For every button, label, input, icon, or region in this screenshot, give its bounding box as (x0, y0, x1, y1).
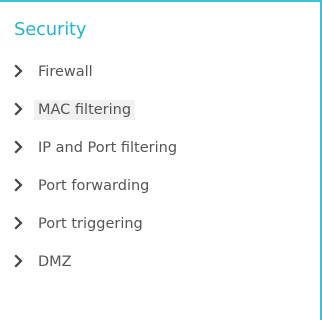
menu-item-label: Port triggering (38, 216, 143, 232)
menu-item-label: Port forwarding (38, 178, 150, 194)
chevron-right-icon (13, 216, 25, 230)
chevron-right-icon (13, 102, 25, 116)
chevron-right-icon (13, 64, 25, 78)
menu-item-mac-filtering[interactable]: MAC filtering (0, 94, 318, 132)
menu-item-label: Firewall (38, 64, 93, 80)
section-title: Security (14, 19, 87, 40)
menu-item-dmz[interactable]: DMZ (0, 246, 318, 284)
menu-item-port-triggering[interactable]: Port triggering (0, 208, 318, 246)
menu-item-label: IP and Port filtering (38, 140, 178, 156)
menu-item-label: MAC filtering (34, 100, 136, 120)
chevron-right-icon (13, 140, 25, 154)
chevron-right-icon (13, 178, 25, 192)
menu-item-label: DMZ (38, 254, 72, 270)
menu-item-ip-port-filtering[interactable]: IP and Port filtering (0, 132, 318, 170)
chevron-right-icon (13, 254, 25, 268)
menu-item-firewall[interactable]: Firewall (0, 56, 318, 94)
security-menu-panel: Security Firewall MAC filtering IP and P… (0, 0, 322, 320)
security-menu-list: Firewall MAC filtering IP and Port filte… (0, 56, 318, 284)
menu-item-port-forwarding[interactable]: Port forwarding (0, 170, 318, 208)
